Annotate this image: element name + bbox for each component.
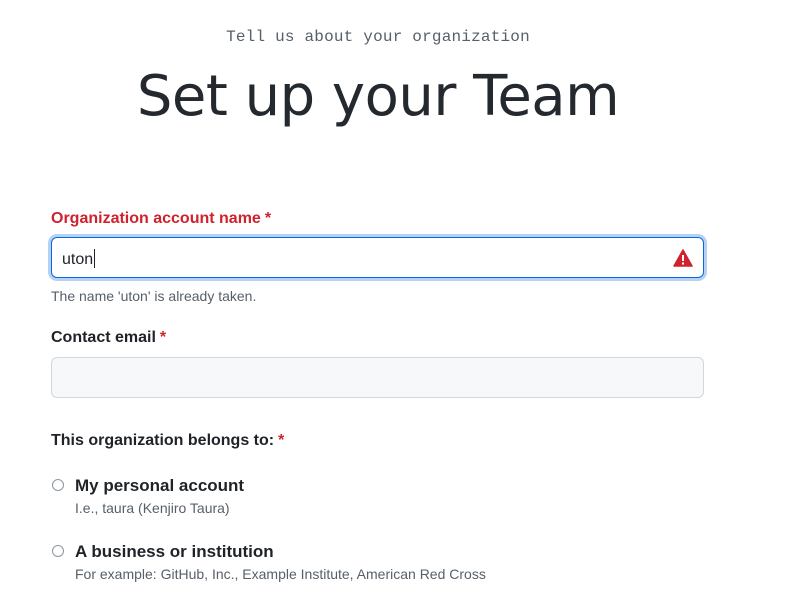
org-name-value-text: uton — [62, 251, 94, 268]
required-mark: * — [159, 329, 167, 346]
email-label-text: Contact email — [51, 329, 156, 346]
org-setup-page: Tell us about your organization Set up y… — [0, 0, 787, 597]
email-field[interactable] — [51, 357, 704, 398]
org-name-label: Organization account name * — [51, 210, 271, 228]
belongs-to-label-text: This organization belongs to: — [51, 432, 275, 449]
page-eyebrow: Tell us about your organization — [226, 28, 530, 46]
text-caret — [94, 249, 96, 268]
email-label: Contact email * — [51, 329, 166, 347]
option-description: I.e., taura (Kenjiro Taura) — [75, 500, 230, 516]
required-mark: * — [278, 432, 285, 449]
org-name-error-message: The name 'uton' is already taken. — [51, 288, 257, 304]
option-title: A business or institution — [75, 542, 274, 561]
radio-personal-account[interactable] — [52, 479, 64, 491]
org-name-input[interactable]: uton — [51, 237, 704, 278]
belongs-to-label: This organization belongs to: * — [51, 432, 284, 450]
option-title: My personal account — [75, 476, 245, 495]
radio-business-institution[interactable] — [52, 545, 64, 557]
option-description: For example: GitHub, Inc., Example Insti… — [75, 566, 486, 582]
org-name-value: uton — [62, 249, 96, 269]
alert-triangle-icon — [673, 249, 693, 267]
page-title: Set up your Team — [136, 64, 620, 129]
required-mark: * — [264, 210, 272, 227]
org-name-label-text: Organization account name — [51, 210, 261, 227]
